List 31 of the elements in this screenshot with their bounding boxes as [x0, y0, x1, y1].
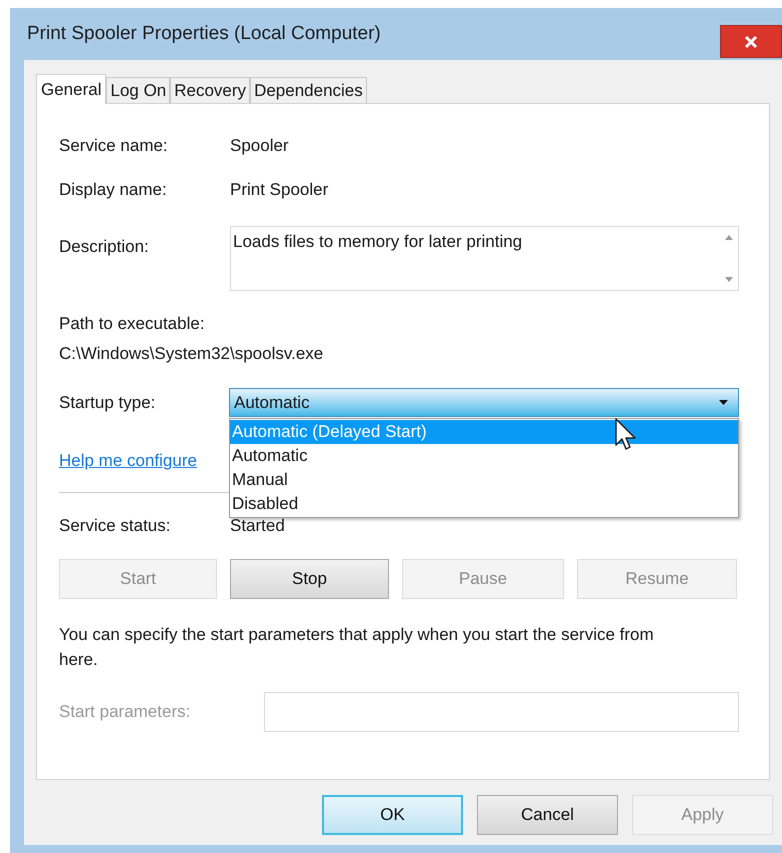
close-button[interactable] [720, 25, 782, 58]
field-value: Spooler [230, 135, 289, 158]
startup-type-dropdown[interactable]: Automatic [229, 388, 739, 417]
tab[interactable]: General [36, 74, 106, 104]
field-label: Display name: [59, 179, 168, 202]
field-label: Description: [59, 236, 150, 258]
window-title: Print Spooler Properties (Local Computer) [27, 22, 381, 46]
field-label: Service status: [59, 515, 172, 538]
dialog-button[interactable]: OK [322, 795, 463, 835]
field-label: Startup type: [59, 392, 156, 414]
field-label: Service name: [59, 135, 169, 158]
dropdown-option[interactable]: Automatic [230, 444, 738, 468]
dropdown-option[interactable]: Disabled [230, 492, 738, 516]
service-button[interactable]: Stop [230, 559, 389, 599]
tab[interactable]: Recovery [170, 77, 250, 103]
tab[interactable]: Dependencies [250, 77, 367, 103]
description-text: Loads files to memory for later printing [232, 231, 524, 253]
field-value: Print Spooler [230, 179, 328, 202]
caret-icon [719, 400, 728, 405]
scroll-up-icon[interactable] [724, 235, 732, 240]
field-value: C:\Windows\System32\spoolsv.exe [59, 343, 324, 365]
dialog-button[interactable]: Cancel [477, 795, 618, 835]
tab[interactable]: Log On [106, 77, 170, 103]
hint-text: You can specify the start parameters that apply when you start the service from here. [59, 624, 655, 671]
help-link[interactable]: Help me configure [59, 449, 197, 473]
scroll-down-icon[interactable] [724, 277, 732, 282]
field-value: Started [230, 515, 285, 538]
field-label: Path to executable: [59, 313, 206, 335]
close-icon [744, 34, 758, 48]
dropdown-option[interactable]: Manual [230, 468, 738, 492]
field-label: Start parameters: [59, 701, 192, 724]
